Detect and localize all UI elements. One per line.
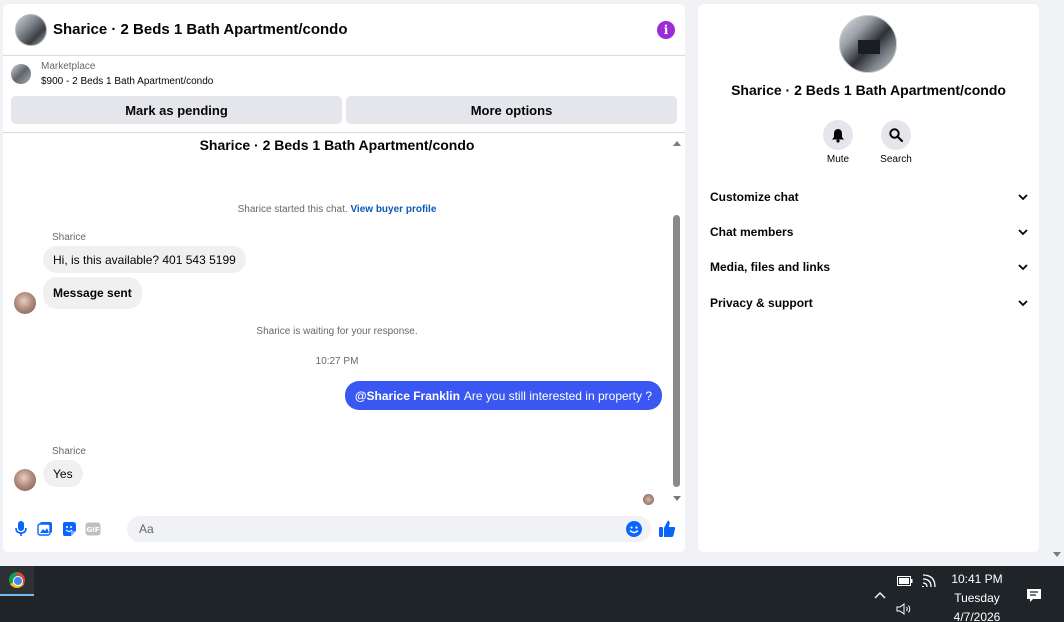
section-media-files-links[interactable]: Media, files and links (710, 257, 1028, 277)
section-label: Chat members (710, 225, 794, 239)
sticker-icon[interactable] (61, 521, 77, 537)
taskbar-clock[interactable]: 10:41 PM Tuesday 4/7/2026 (944, 570, 1010, 622)
message-scrollbar[interactable] (672, 139, 682, 503)
section-customize-chat[interactable]: Customize chat (710, 187, 1028, 207)
clock-day: Tuesday (954, 591, 1000, 605)
marketplace-listing[interactable]: Marketplace $900 - 2 Beds 1 Bath Apartme… (3, 56, 685, 92)
sender-avatar[interactable] (14, 292, 36, 314)
clock-time: 10:41 PM (951, 572, 1003, 586)
marketplace-label: Marketplace (41, 61, 96, 72)
sender-name: Sharice (52, 232, 86, 243)
chevron-down-icon (1018, 263, 1028, 270)
search-label: Search (880, 154, 912, 165)
sender-name: Sharice (52, 446, 86, 457)
view-buyer-profile-link[interactable]: View buyer profile (350, 204, 436, 215)
mute-action[interactable]: Mute (813, 120, 863, 165)
message-list[interactable]: Sharice · 2 Beds 1 Bath Apartment/condo … (3, 133, 671, 505)
chat-header: Sharice · 2 Beds 1 Bath Apartment/condo … (3, 4, 685, 56)
section-label: Customize chat (710, 190, 799, 204)
bell-icon[interactable] (823, 120, 853, 150)
chrome-icon (9, 572, 25, 588)
chrome-taskbar-button[interactable] (0, 566, 34, 596)
notifications-icon[interactable] (1026, 588, 1042, 608)
listing-avatar[interactable] (15, 13, 47, 46)
emoji-icon[interactable] (626, 521, 642, 542)
sender-avatar[interactable] (14, 469, 36, 491)
chat-started-text: Sharice started this chat. (237, 204, 348, 215)
chat-started-notice: Sharice started this chat. View buyer pr… (3, 204, 671, 215)
message-input[interactable] (127, 516, 651, 542)
incoming-message[interactable]: Hi, is this available? 401 543 5199 (43, 246, 246, 273)
like-icon[interactable] (658, 520, 676, 543)
taskbar: 10:41 PM Tuesday 4/7/2026 (0, 566, 1064, 622)
microphone-icon[interactable] (13, 521, 29, 537)
section-chat-members[interactable]: Chat members (710, 222, 1028, 242)
scroll-up-arrow-icon[interactable] (673, 141, 681, 146)
show-hidden-icons-chevron-icon[interactable] (874, 588, 886, 602)
listing-profile-photo[interactable] (839, 15, 897, 73)
search-icon[interactable] (881, 120, 911, 150)
listing-thumbnail (11, 64, 31, 84)
chevron-down-icon (1018, 228, 1028, 235)
wifi-icon[interactable] (922, 574, 936, 591)
section-label: Media, files and links (710, 260, 831, 274)
chat-info-panel: Sharice · 2 Beds 1 Bath Apartment/condo … (698, 4, 1039, 552)
volume-icon[interactable] (896, 603, 914, 618)
clock-date: 4/7/2026 (953, 610, 1001, 622)
outgoing-message-text: Are you still interested in property ? (463, 388, 652, 403)
conversation-title: Sharice · 2 Beds 1 Bath Apartment/condo (199, 137, 475, 153)
info-panel-title: Sharice · 2 Beds 1 Bath Apartment/condo (731, 82, 1006, 98)
message-composer: GIF (3, 514, 685, 544)
scroll-down-arrow-icon[interactable] (673, 496, 681, 501)
chevron-down-icon (1018, 299, 1028, 306)
chevron-down-icon (1018, 193, 1028, 200)
photo-icon[interactable] (37, 521, 53, 537)
incoming-message[interactable]: Message sent (43, 277, 142, 309)
action-row: Mark as pending More options (3, 92, 685, 124)
more-options-button[interactable]: More options (346, 96, 677, 124)
info-icon[interactable]: i (657, 20, 675, 39)
mark-as-pending-button[interactable]: Mark as pending (11, 96, 342, 124)
mention-tag[interactable]: @Sharice Franklin (355, 389, 460, 403)
scrollbar-thumb[interactable] (673, 215, 680, 487)
chat-panel: Sharice · 2 Beds 1 Bath Apartment/condo … (3, 4, 685, 552)
message-timestamp: 10:27 PM (315, 356, 359, 367)
waiting-notice: Sharice is waiting for your response. (256, 326, 418, 337)
section-label: Privacy & support (710, 296, 813, 310)
seen-indicator-avatar (643, 494, 654, 505)
section-privacy-support[interactable]: Privacy & support (710, 293, 1028, 313)
chat-title[interactable]: Sharice · 2 Beds 1 Bath Apartment/condo (53, 21, 657, 38)
outgoing-message[interactable]: @Sharice Franklin Are you still interest… (344, 381, 662, 410)
incoming-message[interactable]: Yes (43, 460, 83, 487)
gif-icon[interactable]: GIF (85, 521, 101, 537)
battery-icon[interactable] (897, 575, 913, 589)
page-scroll-down-arrow-icon[interactable] (1053, 552, 1061, 557)
search-action[interactable]: Search (871, 120, 921, 165)
svg-text:GIF: GIF (86, 526, 99, 534)
mute-label: Mute (826, 154, 850, 165)
listing-price-title: $900 - 2 Beds 1 Bath Apartment/condo (41, 76, 214, 87)
